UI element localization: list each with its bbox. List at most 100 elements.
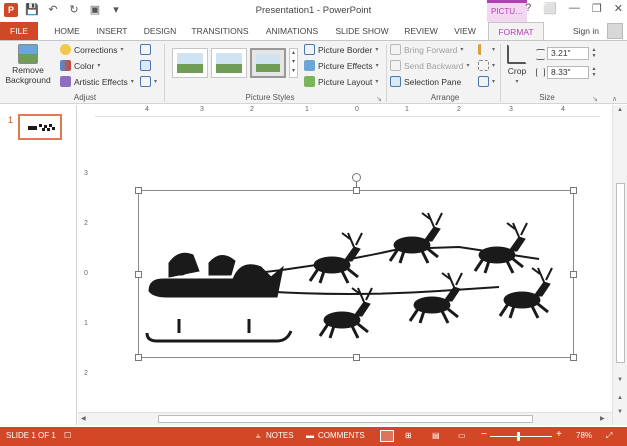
close-icon[interactable]: ✕	[614, 2, 623, 15]
resize-handle-top-left[interactable]	[135, 187, 142, 194]
resize-handle-bottom[interactable]	[353, 354, 360, 361]
color-label: Color	[74, 60, 95, 71]
width-spinner[interactable]: ▲ ▼	[590, 66, 598, 79]
height-spinner[interactable]: ▲ ▼	[590, 47, 598, 60]
crop-button[interactable]: Crop ▾	[505, 44, 529, 85]
resize-handle-left[interactable]	[135, 271, 142, 278]
picture-styles-group-label: Picture Styles	[245, 93, 295, 102]
tab-home[interactable]: HOME	[50, 22, 84, 40]
artistic-effects-icon	[60, 76, 71, 87]
picture-style-1[interactable]	[172, 48, 208, 78]
rotation-handle[interactable]	[352, 173, 361, 182]
restore-icon[interactable]: ❐	[592, 2, 602, 15]
tab-transitions[interactable]: TRANSITIONS	[188, 22, 252, 40]
ruler-number: 0	[355, 106, 359, 113]
tab-insert[interactable]: INSERT	[92, 22, 132, 40]
arrange-group-label: Arrange	[430, 93, 460, 102]
avatar[interactable]	[607, 23, 623, 39]
scroll-down-icon[interactable]: ▼	[617, 377, 623, 383]
resize-handle-top[interactable]	[353, 187, 360, 194]
compress-icon	[140, 44, 151, 55]
bring-forward-button[interactable]: Bring Forward ▾	[390, 44, 463, 55]
resize-handle-right[interactable]	[570, 271, 577, 278]
zoom-level[interactable]: 78%	[576, 431, 592, 440]
next-slide-icon[interactable]: ▼︎	[617, 409, 623, 415]
horizontal-scroll-thumb[interactable]	[158, 415, 533, 423]
zoom-in-icon[interactable]: +	[556, 429, 562, 440]
selected-picture[interactable]	[135, 187, 577, 361]
picture-style-preview	[177, 53, 203, 73]
vertical-scroll-thumb[interactable]	[616, 183, 625, 363]
shape-width-icon	[536, 68, 545, 77]
color-button[interactable]: Color ▾	[60, 60, 100, 71]
picture-layout-icon	[304, 76, 315, 87]
minimize-icon[interactable]: —	[569, 2, 580, 15]
collapse-ribbon-icon[interactable]: ∧	[612, 95, 617, 103]
picture-layout-button[interactable]: Picture Layout ▾	[304, 76, 378, 87]
resize-handle-top-right[interactable]	[570, 187, 577, 194]
fit-slide-icon[interactable]: ⤢	[606, 431, 612, 441]
picture-style-preview	[216, 53, 242, 73]
compress-pictures-button[interactable]	[140, 44, 151, 55]
picture-styles-launcher-icon[interactable]: ↘	[376, 95, 382, 103]
group-objects-button[interactable]: ▾	[478, 60, 495, 71]
selection-pane-button[interactable]: Selection Pane	[390, 76, 461, 87]
align-button[interactable]: ▾	[478, 44, 495, 55]
tab-file[interactable]: FILE	[0, 22, 38, 40]
style-gallery-scroll[interactable]: ▴ ▾ ▾	[289, 48, 298, 78]
picture-effects-button[interactable]: Picture Effects ▾	[304, 60, 379, 71]
size-launcher-icon[interactable]: ↘	[592, 95, 598, 103]
resize-handle-bottom-right[interactable]	[570, 354, 577, 361]
picture-style-2[interactable]	[211, 48, 247, 78]
reading-view-icon[interactable]: ▤	[432, 431, 440, 440]
scroll-right-icon[interactable]: ▶	[600, 415, 605, 422]
status-bar: SLIDE 1 OF 1 ☐ ⫨ NOTES ▬ COMMENTS ⊞ ▤ ▭ …	[0, 427, 627, 446]
tab-review[interactable]: REVIEW	[400, 22, 442, 40]
remove-background-button[interactable]: Remove Background	[5, 44, 51, 85]
height-field[interactable]: 3.21"	[547, 47, 589, 60]
ruler-number: 2	[457, 106, 461, 113]
tab-animations[interactable]: ANIMATIONS	[260, 22, 324, 40]
rotate-button[interactable]: ▾	[478, 76, 495, 87]
slide[interactable]	[95, 120, 610, 412]
horizontal-scrollbar[interactable]: ◀ ▶	[78, 412, 612, 425]
slide-sorter-icon[interactable]: ⊞	[405, 431, 412, 440]
scroll-up-icon[interactable]: ▲	[617, 107, 623, 113]
help-icon[interactable]: ?	[525, 2, 531, 15]
spell-check-icon[interactable]: ☐	[64, 431, 71, 440]
corrections-button[interactable]: Corrections ▾	[60, 44, 123, 55]
ruler-number: 4	[145, 106, 149, 113]
selection-pane-label: Selection Pane	[404, 76, 462, 87]
previous-slide-icon[interactable]: ▲︎	[617, 395, 623, 401]
zoom-slider-knob[interactable]	[517, 432, 520, 441]
change-picture-button[interactable]	[140, 60, 151, 71]
ruler-number: 1	[405, 106, 409, 113]
reset-picture-icon	[140, 76, 151, 87]
picture-border-icon	[304, 44, 315, 55]
zoom-out-icon[interactable]: −	[481, 429, 487, 440]
zoom-slider[interactable]	[490, 436, 552, 437]
normal-view-icon[interactable]	[380, 430, 394, 442]
tab-design[interactable]: DESIGN	[140, 22, 180, 40]
scroll-left-icon[interactable]: ◀	[81, 415, 86, 422]
tab-view[interactable]: VIEW	[450, 22, 480, 40]
artistic-effects-button[interactable]: Artistic Effects ▾	[60, 76, 134, 87]
tab-format[interactable]: FORMAT	[488, 22, 544, 40]
tab-slide-show[interactable]: SLIDE SHOW	[332, 22, 392, 40]
resize-handle-bottom-left[interactable]	[135, 354, 142, 361]
width-field[interactable]: 8.33"	[547, 66, 589, 79]
slide-thumbnail[interactable]	[18, 114, 62, 140]
ribbon: Remove Background Corrections ▾ Color ▾ Ar…	[0, 40, 627, 104]
send-backward-button[interactable]: Send Backward ▾	[390, 60, 470, 71]
ruler-number: 3	[509, 106, 513, 113]
slide-show-icon[interactable]: ▭	[458, 431, 466, 440]
group-separator	[386, 44, 387, 102]
comments-button[interactable]: COMMENTS	[318, 431, 365, 440]
vertical-scrollbar[interactable]: ▲ ▼ ▲︎ ▼︎	[612, 105, 627, 425]
sign-in-link[interactable]: Sign in	[573, 26, 599, 36]
reset-picture-button[interactable]: ▾	[140, 76, 157, 87]
notes-button[interactable]: NOTES	[266, 431, 294, 440]
picture-style-3[interactable]	[250, 48, 286, 78]
picture-border-button[interactable]: Picture Border ▾	[304, 44, 378, 55]
ribbon-display-options-icon[interactable]: ⬜	[543, 2, 557, 15]
